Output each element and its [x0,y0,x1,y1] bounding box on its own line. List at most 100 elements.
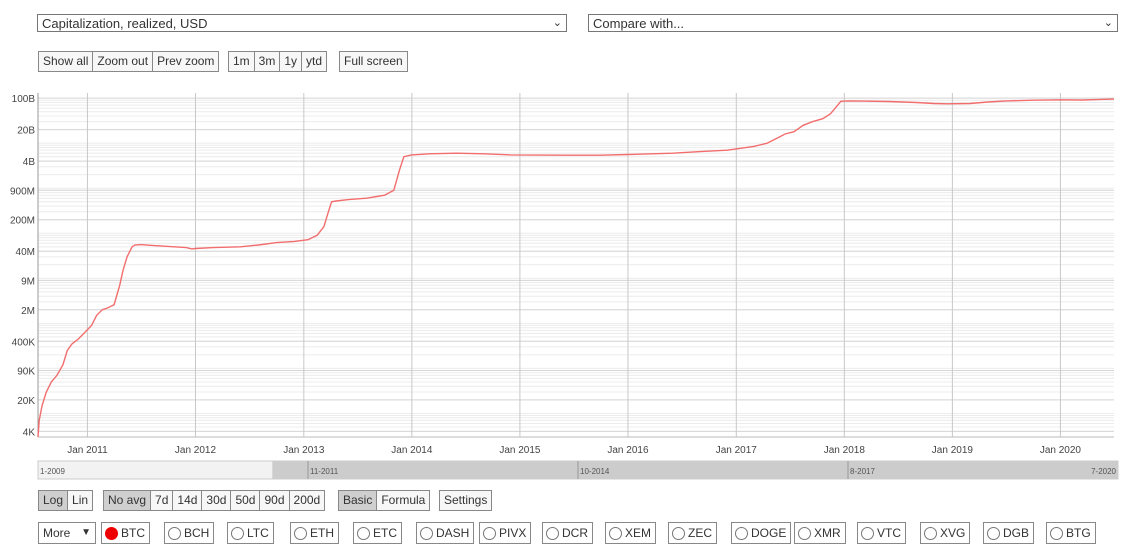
y-tick-label: 4B [23,157,36,168]
avg-14d-button[interactable]: 14d [173,491,203,510]
radio-empty-icon [546,527,559,540]
coin-option-label: DCR [562,526,588,540]
radio-selected-icon [105,527,118,540]
log-scale-button[interactable]: Log [39,491,69,510]
formula-mode-button[interactable]: Formula [377,491,430,510]
coin-option-btc[interactable]: BTC [101,522,150,544]
radio-empty-icon [987,527,1000,540]
coin-option-btg[interactable]: BTG [1046,522,1096,544]
avg-200d-button[interactable]: 200d [289,491,325,510]
navigator-selection[interactable] [272,461,1118,479]
coin-option-label: DOGE [751,526,787,540]
x-tick-label: Jan 2012 [175,445,217,456]
coin-option-label: PIVX [499,526,527,540]
navigator-label: 10-2014 [580,467,610,476]
coin-option-vtc[interactable]: VTC [857,522,906,544]
radio-empty-icon [231,527,244,540]
prev-zoom-button[interactable]: Prev zoom [153,52,219,71]
mode-button-group: Basic Formula [338,490,431,511]
y-tick-label: 9M [21,276,35,287]
y-tick-label: 20K [17,396,35,407]
y-tick-label: 900M [10,186,35,197]
avg-30d-button[interactable]: 30d [202,491,232,510]
avg-7d-button[interactable]: 7d [151,491,174,510]
y-tick-label: 400K [12,337,36,348]
radio-empty-icon [483,527,496,540]
coin-option-ltc[interactable]: LTC [227,522,274,544]
metric-select[interactable]: Capitalization, realized, USD ⌄ [37,14,567,32]
range-1y-button[interactable]: 1y [280,52,303,71]
y-tick-label: 40M [16,247,35,258]
navigator-label: 11-2011 [310,467,339,476]
coin-option-label: VTC [877,526,901,540]
realized-cap-chart[interactable]: 4K 20K 90K 400K 2M 9M 40M 200M 900M 4B 20B 100B Jan … [0,85,1126,460]
coin-option-label: XMR [814,526,841,540]
no-avg-button[interactable]: No avg [104,491,152,510]
coin-option-eth[interactable]: ETH [290,522,339,544]
compare-select[interactable]: Compare with... ⌄ [588,14,1118,32]
radio-empty-icon [420,527,433,540]
radio-empty-icon [609,527,622,540]
radio-empty-icon [735,527,748,540]
coin-option-xvg[interactable]: XVG [920,522,971,544]
zoom-out-button[interactable]: Zoom out [93,52,154,71]
coin-option-label: ETC [373,526,397,540]
zoom-button-group: Show all Zoom out Prev zoom [38,51,220,72]
coin-option-pivx[interactable]: PIVX [479,522,532,544]
coin-option-label: DGB [1003,526,1030,540]
x-tick-label: Jan 2014 [391,445,433,456]
radio-empty-icon [924,527,937,540]
chevron-down-icon: ⌄ [1103,17,1113,29]
coin-option-label: ETH [310,526,334,540]
radio-empty-icon [168,527,181,540]
navigator-label: 8-2017 [850,467,875,476]
x-tick-label: Jan 2013 [283,445,325,456]
coin-option-label: BTC [121,526,145,540]
lin-scale-button[interactable]: Lin [68,491,93,510]
coin-option-dgb[interactable]: DGB [983,522,1035,544]
coin-option-label: BCH [184,526,210,540]
compare-select-value: Compare with... [593,16,685,31]
range-navigator[interactable]: 1-2009 11-2011 10-2014 8-2017 7-2020 [0,460,1126,480]
chevron-down-icon: ⌄ [552,17,562,29]
y-tick-label: 2M [21,306,35,317]
more-select[interactable]: More ▼ [38,522,96,544]
coin-option-etc[interactable]: ETC [353,522,402,544]
basic-mode-button[interactable]: Basic [339,491,378,510]
show-all-button[interactable]: Show all [39,52,94,71]
radio-empty-icon [861,527,874,540]
coin-option-xmr[interactable]: XMR [794,522,846,544]
y-tick-label: 200M [10,216,35,227]
chevron-down-icon: ▼ [81,527,91,538]
scale-button-group: Log Lin [38,490,94,511]
settings-button[interactable]: Settings [439,490,493,511]
coin-option-label: ZEC [688,526,712,540]
coin-option-bch[interactable]: BCH [164,522,215,544]
x-tick-label: Jan 2019 [932,445,974,456]
coin-option-doge[interactable]: DOGE [731,522,792,544]
radio-empty-icon [357,527,370,540]
full-screen-button[interactable]: Full screen [339,51,408,72]
radio-empty-icon [672,527,685,540]
y-tick-label: 20B [17,126,35,137]
avg-50d-button[interactable]: 50d [231,491,261,510]
coin-option-label: DASH [436,526,470,540]
coin-option-dcr[interactable]: DCR [542,522,593,544]
x-tick-label: Jan 2017 [716,445,758,456]
coin-option-zec[interactable]: ZEC [668,522,717,544]
avg-button-group: No avg 7d 14d 30d 50d 90d 200d [103,490,326,511]
coin-option-dash[interactable]: DASH [416,522,475,544]
range-button-group: 1m 3m 1y ytd [228,51,328,72]
x-tick-label: Jan 2018 [824,445,866,456]
metric-select-value: Capitalization, realized, USD [42,16,208,31]
coin-option-xem[interactable]: XEM [605,522,657,544]
range-ytd-button[interactable]: ytd [302,52,327,71]
coin-option-label: BTG [1066,526,1091,540]
coin-option-label: XVG [940,526,966,540]
coin-option-label: LTC [247,526,269,540]
coin-option-label: XEM [625,526,652,540]
range-3m-button[interactable]: 3m [254,52,281,71]
range-1m-button[interactable]: 1m [229,52,255,71]
avg-90d-button[interactable]: 90d [260,491,290,510]
radio-empty-icon [798,527,811,540]
